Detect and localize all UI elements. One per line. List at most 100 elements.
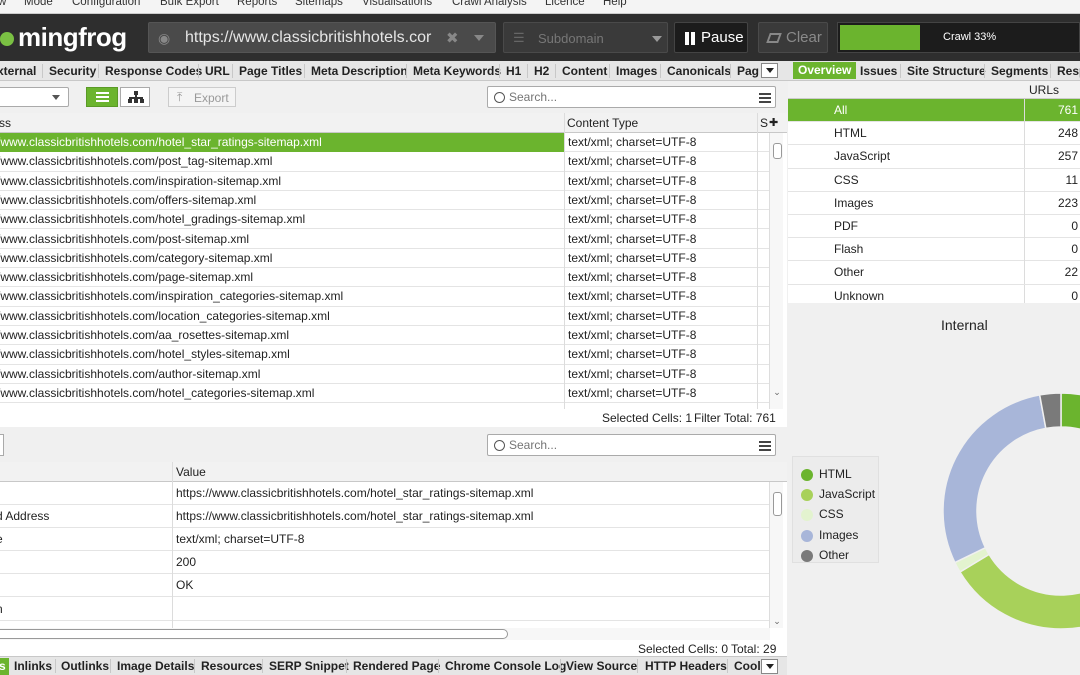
- tab-pagination[interactable]: Pag: [737, 64, 759, 78]
- menu-item-licence[interactable]: Licence: [545, 0, 585, 8]
- tab-h1[interactable]: H1: [506, 64, 521, 78]
- tab-url-details[interactable]: s: [0, 658, 9, 675]
- table-row[interactable]: /www.classicbritishhotels.com/location_c…: [0, 307, 769, 326]
- cell-content-type[interactable]: text/xml; charset=UTF-8: [568, 328, 696, 342]
- cell-content-type[interactable]: text/xml; charset=UTF-8: [568, 347, 696, 361]
- details-select[interactable]: [0, 434, 4, 456]
- tab-content[interactable]: Content: [562, 64, 607, 78]
- table-row[interactable]: /www.classicbritishhotels.com/hotel_star…: [0, 133, 769, 153]
- scroll-down-icon[interactable]: ⌄: [770, 387, 784, 398]
- details-search-field[interactable]: [509, 438, 729, 452]
- tab-chrome-console-log[interactable]: Chrome Console Log: [445, 659, 566, 673]
- cell-content-type[interactable]: text/xml; charset=UTF-8: [568, 251, 696, 265]
- clear-url-icon[interactable]: ✖: [446, 29, 459, 47]
- tab-rendered-page[interactable]: Rendered Page: [353, 659, 440, 673]
- menu-item-reports[interactable]: Reports: [237, 0, 277, 8]
- tab-image-details[interactable]: Image Details: [117, 659, 194, 673]
- donut-slice-html[interactable]: [1060, 392, 1080, 565]
- header-value[interactable]: Value: [176, 465, 206, 479]
- tab-h2[interactable]: H2: [534, 64, 549, 78]
- table-row[interactable]: 200: [0, 551, 769, 575]
- cell-value[interactable]: 200: [176, 555, 196, 569]
- table-row[interactable]: /www.classicbritishhotels.com/inspiratio…: [0, 172, 769, 191]
- search-field[interactable]: [509, 90, 729, 104]
- tab-serp-snippet[interactable]: SERP Snippet: [269, 659, 349, 673]
- tab-cookies[interactable]: Cool: [734, 659, 761, 673]
- table-row[interactable]: d Address https://www.classicbritishhotel…: [0, 505, 769, 529]
- tab-canonicals[interactable]: Canonicals: [667, 64, 731, 78]
- menu-item-mode[interactable]: Mode: [24, 0, 53, 8]
- overview-row-pdf[interactable]: PDF 0: [788, 215, 1080, 239]
- cell-address[interactable]: /www.classicbritishhotels.com/hotel_cate…: [0, 386, 314, 400]
- table-row[interactable]: /www.classicbritishhotels.com/author-sit…: [0, 365, 769, 384]
- cell-content-type[interactable]: text/xml; charset=UTF-8: [568, 193, 696, 207]
- table-row[interactable]: OK: [0, 574, 769, 598]
- tab-images[interactable]: Images: [616, 64, 657, 78]
- cell-content-type[interactable]: text/xml; charset=UTF-8: [568, 212, 696, 226]
- cell-address[interactable]: /www.classicbritishhotels.com/location_c…: [0, 309, 330, 323]
- tab-meta-description[interactable]: Meta Description: [311, 64, 408, 78]
- table-row[interactable]: n: [0, 598, 769, 621]
- search-input[interactable]: [487, 86, 776, 108]
- add-column-icon[interactable]: ✚: [769, 116, 778, 129]
- menu-item-help[interactable]: Help: [603, 0, 627, 8]
- tab-site-structure[interactable]: Site Structure: [907, 64, 986, 78]
- tab-meta-keywords[interactable]: Meta Keywords: [413, 64, 501, 78]
- tree-view-button[interactable]: [120, 87, 150, 107]
- cell-content-type[interactable]: text/xml; charset=UTF-8: [568, 154, 696, 168]
- menu-item-visualisations[interactable]: Visualisations: [362, 0, 432, 8]
- tab-page-titles[interactable]: Page Titles: [239, 64, 302, 78]
- cell-address[interactable]: /www.classicbritishhotels.com/offers-sit…: [0, 193, 256, 207]
- overview-row-html[interactable]: HTML 248: [788, 122, 1080, 146]
- table-row[interactable]: /www.classicbritishhotels.com/aa_rosette…: [0, 326, 769, 346]
- header-address[interactable]: ss: [0, 116, 11, 130]
- overview-row-flash[interactable]: Flash 0: [788, 238, 1080, 262]
- table-row[interactable]: /www.classicbritishhotels.com/category-s…: [0, 249, 769, 269]
- menu-item-bulk-export[interactable]: Bulk Export: [160, 0, 219, 8]
- table-row[interactable]: /www.classicbritishhotels.com/page-sitem…: [0, 268, 769, 288]
- details-scrollbar[interactable]: ⌄: [769, 482, 783, 628]
- filter-options-icon[interactable]: [759, 441, 771, 451]
- cell-content-type[interactable]: text/xml; charset=UTF-8: [568, 386, 696, 400]
- tab-http-headers[interactable]: HTTP Headers: [645, 659, 727, 673]
- overview-row-images[interactable]: Images 223: [788, 191, 1080, 215]
- donut-slice-images[interactable]: [942, 394, 1047, 564]
- tab-inlinks[interactable]: Inlinks: [14, 659, 52, 673]
- tab-url[interactable]: URL: [205, 64, 230, 78]
- url-input[interactable]: ◉ https://www.classicbritishhotels.cor ✖: [148, 22, 496, 53]
- cell-content-type[interactable]: text/xml; charset=UTF-8: [568, 270, 696, 284]
- table-row[interactable]: /www.classicbritishhotels.com/hotel_cate…: [0, 384, 769, 404]
- scroll-down-icon[interactable]: ⌄: [770, 616, 784, 627]
- cell-value[interactable]: https://www.classicbritishhotels.com/hot…: [176, 509, 533, 523]
- url-history-dropdown-icon[interactable]: [474, 35, 484, 41]
- url-grid-scroll-thumb[interactable]: [773, 143, 782, 159]
- tab-issues[interactable]: Issues: [860, 64, 897, 78]
- cell-name[interactable]: d Address: [0, 509, 49, 523]
- table-row[interactable]: /www.classicbritishhotels.com/inspiratio…: [0, 287, 769, 307]
- tab-overview[interactable]: Overview: [793, 62, 857, 79]
- details-search-input[interactable]: [487, 434, 776, 456]
- tab-segments[interactable]: Segments: [991, 64, 1048, 78]
- menu-item-crawl-analysis[interactable]: Crawl Analysis: [452, 0, 527, 8]
- details-hscroll-thumb[interactable]: [0, 629, 508, 639]
- cell-address[interactable]: /www.classicbritishhotels.com/aa_rosette…: [0, 328, 289, 342]
- cell-address[interactable]: /www.classicbritishhotels.com/hotel_styl…: [0, 347, 290, 361]
- table-row[interactable]: https://www.classicbritishhotels.com/hot…: [0, 482, 769, 506]
- cell-address[interactable]: /www.classicbritishhotels.com/hotel_star…: [0, 135, 322, 149]
- menu-item-configuration[interactable]: Configuration: [72, 0, 140, 8]
- url-input-value[interactable]: https://www.classicbritishhotels.cor: [185, 29, 431, 47]
- overview-row-javascript[interactable]: JavaScript 257: [788, 145, 1080, 169]
- cell-value[interactable]: OK: [176, 578, 193, 592]
- table-row[interactable]: /www.classicbritishhotels.com/post-sitem…: [0, 230, 769, 249]
- overview-row-css[interactable]: CSS 11: [788, 168, 1080, 192]
- cell-content-type[interactable]: text/xml; charset=UTF-8: [568, 367, 696, 381]
- table-row[interactable]: /www.classicbritishhotels.com/hotel_styl…: [0, 345, 769, 365]
- menu-item-sitemaps[interactable]: Sitemaps: [295, 0, 343, 8]
- tab-response[interactable]: Resp: [1057, 64, 1080, 78]
- filter-select[interactable]: [0, 87, 69, 107]
- details-hscrollbar[interactable]: [0, 628, 770, 640]
- tab-external[interactable]: xternal: [0, 64, 36, 78]
- table-row[interactable]: /www.classicbritishhotels.com/post_tag-s…: [0, 152, 769, 172]
- header-urls[interactable]: URLs: [1029, 83, 1059, 97]
- table-row[interactable]: /www.classicbritishhotels.com/offers-sit…: [0, 191, 769, 211]
